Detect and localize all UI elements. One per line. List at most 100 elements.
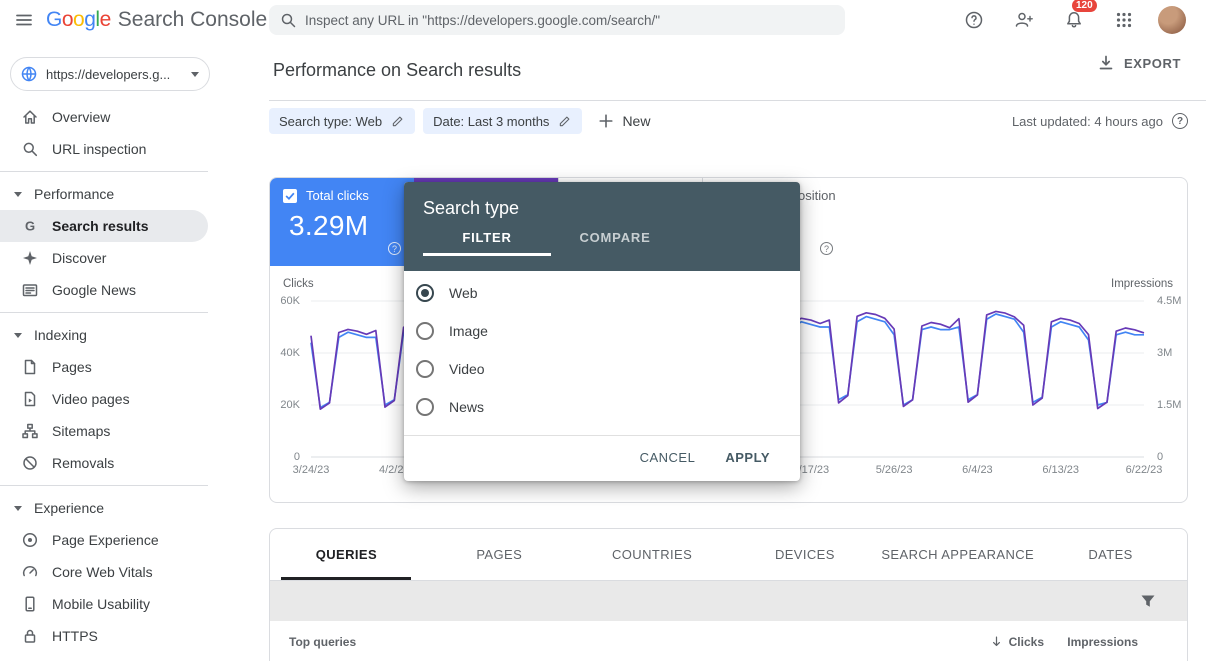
dimension-tabs: QUERIES PAGES COUNTRIES DEVICES SEARCH A… bbox=[270, 529, 1187, 581]
y-axis-tick-right: 1.5M bbox=[1157, 398, 1181, 412]
svg-text:G: G bbox=[25, 219, 35, 234]
y-axis-tick-left: 0 bbox=[294, 450, 300, 464]
topbar: Google Search Console 120 bbox=[0, 0, 1206, 40]
sidebar-item-sitemaps[interactable]: Sitemaps bbox=[0, 415, 208, 447]
home-icon bbox=[21, 108, 39, 126]
sort-down-arrow-icon bbox=[990, 635, 1003, 648]
property-selector[interactable]: https://developers.g... bbox=[10, 57, 210, 91]
x-axis-tick: 6/4/23 bbox=[962, 464, 993, 476]
google-g-icon: G bbox=[21, 217, 39, 235]
question-circle-icon[interactable]: ? bbox=[1172, 113, 1188, 129]
lock-icon bbox=[21, 627, 39, 645]
newspaper-icon bbox=[21, 281, 39, 299]
radio-icon[interactable] bbox=[416, 360, 434, 378]
globe-icon bbox=[20, 65, 38, 83]
sparkle-icon bbox=[21, 249, 39, 267]
tab-search-appearance[interactable]: SEARCH APPEARANCE bbox=[881, 529, 1034, 580]
tab-compare[interactable]: COMPARE bbox=[551, 230, 679, 256]
apps-button[interactable] bbox=[1106, 2, 1142, 38]
sidebar-item-url-inspection[interactable]: URL inspection bbox=[0, 133, 208, 165]
person-add-icon bbox=[1014, 10, 1034, 30]
total-clicks-card[interactable]: Total clicks 3.29M ? bbox=[270, 178, 414, 266]
bell-icon bbox=[1064, 10, 1084, 30]
sidebar-item-google-news[interactable]: Google News bbox=[0, 274, 208, 306]
dialog-body: Web Image Video News bbox=[404, 271, 800, 435]
sidebar-item-https[interactable]: HTTPS bbox=[0, 620, 208, 652]
dialog-header: Search type FILTER COMPARE bbox=[404, 182, 800, 271]
url-inspect-searchbox[interactable] bbox=[269, 5, 845, 35]
sidebar-item-page-experience[interactable]: Page Experience bbox=[0, 524, 208, 556]
export-button[interactable]: EXPORT bbox=[1097, 54, 1181, 72]
collapse-triangle-icon bbox=[14, 192, 22, 197]
notifications-button[interactable]: 120 bbox=[1056, 2, 1092, 38]
x-axis-tick: 5/26/23 bbox=[876, 464, 913, 476]
cancel-button[interactable]: CANCEL bbox=[640, 450, 696, 465]
checkbox-checked-icon[interactable] bbox=[283, 189, 297, 203]
divider bbox=[0, 485, 208, 486]
collapse-triangle-icon bbox=[14, 333, 22, 338]
sitemap-icon bbox=[21, 422, 39, 440]
apps-grid-icon bbox=[1115, 11, 1133, 29]
sidebar-nav: Overview URL inspection Performance G Se… bbox=[0, 101, 208, 652]
user-settings-button[interactable] bbox=[1006, 2, 1042, 38]
column-clicks-sort[interactable]: Clicks bbox=[990, 621, 1044, 661]
y-axis-tick-right: 3M bbox=[1157, 346, 1172, 360]
radio-option-news[interactable]: News bbox=[404, 388, 800, 426]
divider bbox=[0, 312, 208, 313]
tab-pages[interactable]: PAGES bbox=[423, 529, 576, 580]
info-icon[interactable]: ? bbox=[820, 242, 833, 255]
sidebar-item-pages[interactable]: Pages bbox=[0, 351, 208, 383]
radio-option-web[interactable]: Web bbox=[404, 274, 800, 312]
pencil-icon bbox=[391, 114, 405, 128]
sidebar-item-removals[interactable]: Removals bbox=[0, 447, 208, 479]
tab-dates[interactable]: DATES bbox=[1034, 529, 1187, 580]
tab-devices[interactable]: DEVICES bbox=[728, 529, 881, 580]
product-name: Search Console bbox=[118, 8, 267, 32]
page-title: Performance on Search results bbox=[273, 40, 521, 100]
tab-queries[interactable]: QUERIES bbox=[270, 529, 423, 580]
tab-filter[interactable]: FILTER bbox=[423, 230, 551, 256]
search-type-chip[interactable]: Search type: Web bbox=[269, 108, 415, 134]
radio-option-video[interactable]: Video bbox=[404, 350, 800, 388]
google-logo-text: Google bbox=[46, 8, 111, 32]
filter-chips: Search type: Web Date: Last 3 months New bbox=[269, 108, 650, 134]
avatar[interactable] bbox=[1158, 6, 1186, 34]
dialog-tabs: FILTER COMPARE bbox=[404, 230, 800, 256]
y-axis-tick-left: 40K bbox=[280, 346, 300, 360]
apply-button[interactable]: APPLY bbox=[725, 450, 770, 465]
sidebar-item-mobile-usability[interactable]: Mobile Usability bbox=[0, 588, 208, 620]
info-icon[interactable]: ? bbox=[388, 242, 401, 255]
table-filter-button[interactable] bbox=[1139, 592, 1157, 610]
topbar-actions: 120 bbox=[942, 0, 1206, 40]
hamburger-icon bbox=[15, 11, 33, 29]
sidebar-section-experience[interactable]: Experience bbox=[0, 492, 208, 524]
divider bbox=[0, 171, 208, 172]
sidebar-item-video-pages[interactable]: Video pages bbox=[0, 383, 208, 415]
date-range-chip[interactable]: Date: Last 3 months bbox=[423, 108, 582, 134]
radio-icon[interactable] bbox=[416, 322, 434, 340]
tab-countries[interactable]: COUNTRIES bbox=[576, 529, 729, 580]
sidebar-section-performance[interactable]: Performance bbox=[0, 178, 208, 210]
sidebar-item-search-results[interactable]: G Search results bbox=[0, 210, 208, 242]
video-document-icon bbox=[21, 390, 39, 408]
dialog-title: Search type bbox=[404, 182, 800, 219]
sidebar-item-discover[interactable]: Discover bbox=[0, 242, 208, 274]
google-search-console-app: Google Search Console 120 bbox=[0, 0, 1206, 661]
radio-icon[interactable] bbox=[416, 398, 434, 416]
phone-icon bbox=[21, 595, 39, 613]
sidebar-item-overview[interactable]: Overview bbox=[0, 101, 208, 133]
sidebar-section-indexing[interactable]: Indexing bbox=[0, 319, 208, 351]
menu-button[interactable] bbox=[6, 2, 42, 38]
sidebar-item-core-web-vitals[interactable]: Core Web Vitals bbox=[0, 556, 208, 588]
help-button[interactable] bbox=[956, 2, 992, 38]
radio-icon[interactable] bbox=[416, 284, 434, 302]
collapse-triangle-icon bbox=[14, 506, 22, 511]
magnifier-icon bbox=[21, 140, 39, 158]
divider bbox=[269, 100, 1206, 101]
search-input[interactable] bbox=[305, 13, 835, 28]
new-filter-button[interactable]: New bbox=[598, 108, 650, 134]
app-logo[interactable]: Google Search Console bbox=[46, 8, 267, 32]
search-type-dialog: Search type FILTER COMPARE Web Image Vid… bbox=[404, 182, 800, 481]
radio-option-image[interactable]: Image bbox=[404, 312, 800, 350]
chevron-down-icon bbox=[191, 72, 199, 77]
